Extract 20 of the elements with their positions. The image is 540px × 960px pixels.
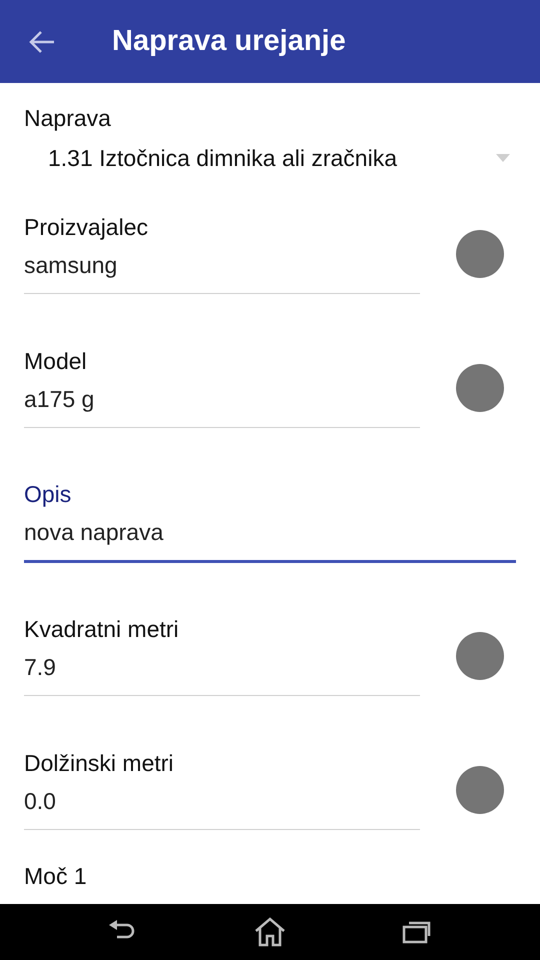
text-field[interactable]: 7.9	[24, 644, 420, 696]
field-label: Naprava	[23, 105, 112, 133]
home-button[interactable]	[253, 917, 287, 947]
text-field[interactable]: 0.0	[24, 778, 420, 830]
text-field[interactable]: nova naprava	[24, 509, 516, 563]
field-label: Kvadratni metri	[24, 616, 180, 644]
field-label: Opis	[24, 481, 72, 510]
field-label: Dolžinski metri	[24, 750, 175, 778]
text-field[interactable]: a175 g	[24, 376, 420, 428]
round-button[interactable]	[456, 230, 504, 278]
round-button[interactable]	[456, 364, 504, 412]
field-label: Model	[24, 348, 88, 376]
text-field[interactable]: samsung	[24, 242, 420, 294]
round-button[interactable]	[456, 632, 504, 680]
field-label: Moč 1	[23, 862, 88, 891]
screen-title: Naprava urejanje	[112, 24, 346, 59]
device-dropdown[interactable]: 1.31 Iztočnica dimnika ali zračnika	[24, 140, 510, 176]
field-label: Proizvajalec	[24, 214, 149, 242]
dropdown-caret-icon	[496, 154, 510, 162]
round-button[interactable]	[456, 766, 504, 814]
